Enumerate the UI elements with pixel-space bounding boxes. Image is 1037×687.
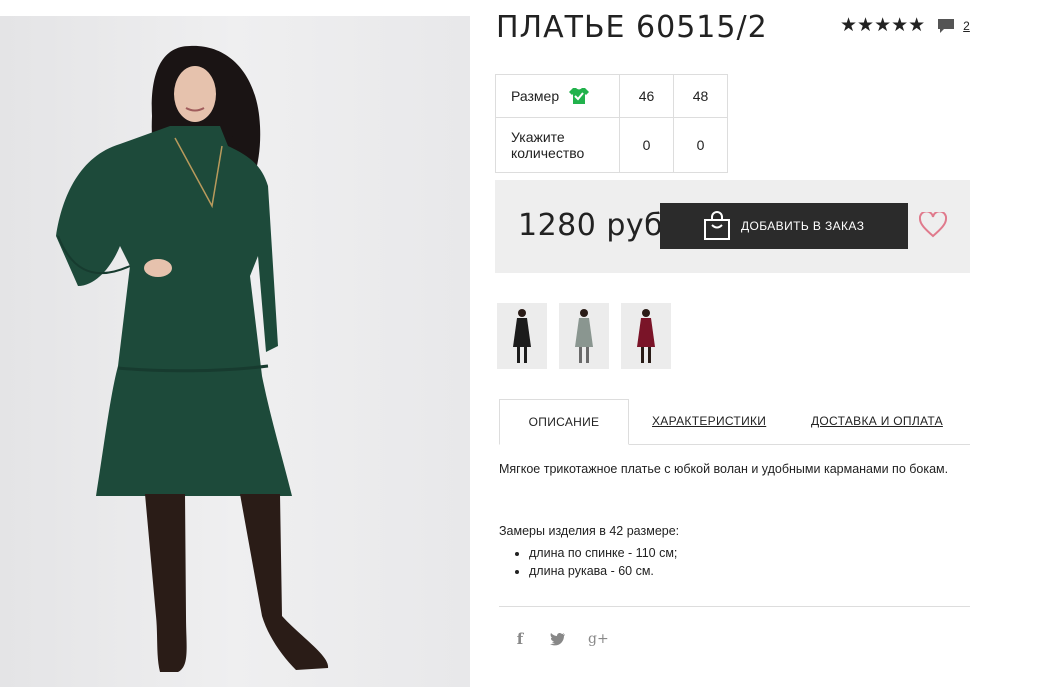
size-quantity-table: Размер 46 48 Укажите количество 0 0 <box>495 74 728 173</box>
tab-characteristics[interactable]: ХАРАКТЕРИСТИКИ <box>652 399 766 443</box>
product-title: ПЛАТЬЕ 60515/2 <box>496 10 768 45</box>
heart-icon[interactable] <box>919 212 947 238</box>
measure-item: длина рукава - 60 см. <box>529 562 677 580</box>
size-46: 46 <box>619 74 674 118</box>
divider <box>499 606 970 607</box>
size-row: Размер 46 48 <box>495 74 728 118</box>
add-to-order-label: ДОБАВИТЬ В ЗАКАЗ <box>741 219 865 233</box>
rating: ★★★★★ 2 <box>840 16 970 35</box>
size-label: Размер <box>511 88 560 104</box>
facebook-icon[interactable]: f <box>512 630 528 648</box>
rating-stars[interactable]: ★★★★★ <box>840 16 925 35</box>
thumb-burgundy-dress[interactable] <box>621 303 671 369</box>
measures-list: длина по спинке - 110 см; длина рукава -… <box>499 544 677 580</box>
quantity-input-48[interactable]: 0 <box>673 117 728 173</box>
comment-icon[interactable] <box>937 17 955 35</box>
buy-box: 1280 руб ДОБАВИТЬ В ЗАКАЗ <box>495 180 970 273</box>
quantity-label: Укажите количество <box>495 117 620 173</box>
size-label-cell: Размер <box>495 74 620 118</box>
twitter-icon[interactable] <box>550 632 566 646</box>
size-chart-icon[interactable] <box>569 87 590 105</box>
color-thumbnails <box>497 303 671 369</box>
quantity-input-46[interactable]: 0 <box>619 117 674 173</box>
burgundy-dress-image <box>621 303 671 369</box>
thumb-black-dress[interactable] <box>497 303 547 369</box>
black-dress-image <box>497 303 547 369</box>
price: 1280 руб <box>518 208 664 243</box>
reviews-count-link[interactable]: 2 <box>963 19 970 33</box>
product-photo[interactable] <box>0 16 470 687</box>
quantity-row: Укажите количество 0 0 <box>495 117 728 173</box>
description-text: Мягкое трикотажное платье с юбкой волан … <box>499 462 949 476</box>
social-share: f g+ <box>512 630 609 648</box>
google-plus-icon[interactable]: g+ <box>588 631 609 647</box>
product-tabs: ОПИСАНИЕ ХАРАКТЕРИСТИКИ ДОСТАВКА И ОПЛАТ… <box>499 399 970 445</box>
measures-title: Замеры изделия в 42 размере: <box>499 524 680 538</box>
size-48: 48 <box>673 74 728 118</box>
shopping-bag-icon <box>704 211 730 240</box>
thumb-grey-dress[interactable] <box>559 303 609 369</box>
tab-description[interactable]: ОПИСАНИЕ <box>499 399 629 445</box>
model-in-green-dress-image <box>0 16 470 687</box>
grey-dress-image <box>559 303 609 369</box>
tab-delivery-payment[interactable]: ДОСТАВКА И ОПЛАТА <box>811 399 943 443</box>
add-to-order-button[interactable]: ДОБАВИТЬ В ЗАКАЗ <box>660 203 908 249</box>
measure-item: длина по спинке - 110 см; <box>529 544 677 562</box>
